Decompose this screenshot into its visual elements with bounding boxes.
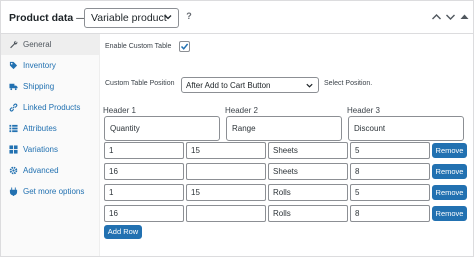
tab-label: General xyxy=(23,40,52,49)
panel-header: Product data — Variable product ? xyxy=(1,1,473,34)
truck-icon xyxy=(9,83,18,91)
tab-label: Shipping xyxy=(23,82,55,91)
product-data-tabs: General Inventory Shipping Linked Produc… xyxy=(1,34,100,256)
product-data-panel: Product data — Variable product ? Genera… xyxy=(0,0,474,257)
row-4-quantity-input[interactable]: 16 xyxy=(104,205,184,222)
tab-label: Variations xyxy=(23,145,58,154)
tab-label: Get more options xyxy=(23,187,85,196)
header-1-label: Header 1 xyxy=(103,106,136,115)
gear-icon xyxy=(9,166,18,175)
row-3-unit-input[interactable]: Rolls xyxy=(268,184,348,201)
header-2-input[interactable]: Range xyxy=(226,116,342,141)
header-3-input[interactable]: Discount xyxy=(348,116,464,141)
row-1-range-input[interactable]: 15 xyxy=(186,142,266,159)
grid-icon xyxy=(9,145,18,154)
move-up-icon[interactable] xyxy=(431,12,442,22)
position-select-value: After Add to Cart Button xyxy=(186,81,271,90)
tab-attributes[interactable]: Attributes xyxy=(1,118,99,139)
collapse-icon[interactable] xyxy=(459,12,470,22)
chevron-down-icon xyxy=(305,81,314,93)
product-type-value: Variable product xyxy=(91,12,167,24)
tag-icon xyxy=(9,61,18,70)
check-icon xyxy=(180,43,189,50)
tab-general[interactable]: General xyxy=(1,34,99,55)
row-1-unit-input[interactable]: Sheets xyxy=(268,142,348,159)
help-icon[interactable]: ? xyxy=(185,12,193,21)
tab-label: Inventory xyxy=(23,61,56,70)
row-4-range-input[interactable] xyxy=(186,205,266,222)
row-1-quantity-input[interactable]: 1 xyxy=(104,142,184,159)
tab-label: Attributes xyxy=(23,124,57,133)
row-4-unit-input[interactable]: Rolls xyxy=(268,205,348,222)
tab-advanced[interactable]: Advanced xyxy=(1,160,99,181)
row-4-remove-button[interactable]: Remove xyxy=(432,206,467,221)
tab-shipping[interactable]: Shipping xyxy=(1,76,99,97)
general-options-panel: Enable Custom Table Custom Table Positio… xyxy=(101,34,473,256)
tab-get-more-options[interactable]: Get more options xyxy=(1,181,99,202)
custom-table-position-label: Custom Table Position xyxy=(105,80,175,87)
tab-label: Advanced xyxy=(23,166,59,175)
panel-title-text: Product data xyxy=(9,12,74,24)
row-1-discount-input[interactable]: 5 xyxy=(350,142,430,159)
header-2-label: Header 2 xyxy=(225,106,258,115)
tab-variations[interactable]: Variations xyxy=(1,139,99,160)
row-3-remove-button[interactable]: Remove xyxy=(432,185,467,200)
row-3-range-input[interactable]: 15 xyxy=(186,184,266,201)
tab-inventory[interactable]: Inventory xyxy=(1,55,99,76)
row-3-quantity-input[interactable]: 1 xyxy=(104,184,184,201)
move-down-icon[interactable] xyxy=(445,12,456,22)
custom-table-position-select[interactable]: After Add to Cart Button xyxy=(181,77,319,93)
panel-title: Product data — xyxy=(9,12,87,24)
enable-custom-table-label: Enable Custom Table xyxy=(105,43,172,50)
row-1-remove-button[interactable]: Remove xyxy=(432,143,467,158)
row-2-unit-input[interactable]: Sheets xyxy=(268,163,348,180)
link-icon xyxy=(9,103,18,112)
tab-linked-products[interactable]: Linked Products xyxy=(1,97,99,118)
chevron-down-icon xyxy=(163,12,173,25)
row-3-discount-input[interactable]: 5 xyxy=(350,184,430,201)
product-type-select[interactable]: Variable product xyxy=(84,8,179,28)
enable-custom-table-checkbox[interactable] xyxy=(179,41,190,52)
row-2-quantity-input[interactable]: 16 xyxy=(104,163,184,180)
position-hint: Select Position. xyxy=(324,80,373,87)
wrench-icon xyxy=(10,40,18,49)
header-1-input[interactable]: Quantity xyxy=(104,116,220,141)
add-row-button[interactable]: Add Row xyxy=(104,225,142,239)
row-2-remove-button[interactable]: Remove xyxy=(432,164,467,179)
row-4-discount-input[interactable]: 8 xyxy=(350,205,430,222)
plugin-icon xyxy=(9,187,18,196)
tab-label: Linked Products xyxy=(23,103,81,112)
row-2-range-input[interactable] xyxy=(186,163,266,180)
list-icon xyxy=(9,124,18,133)
row-2-discount-input[interactable]: 8 xyxy=(350,163,430,180)
header-3-label: Header 3 xyxy=(347,106,380,115)
